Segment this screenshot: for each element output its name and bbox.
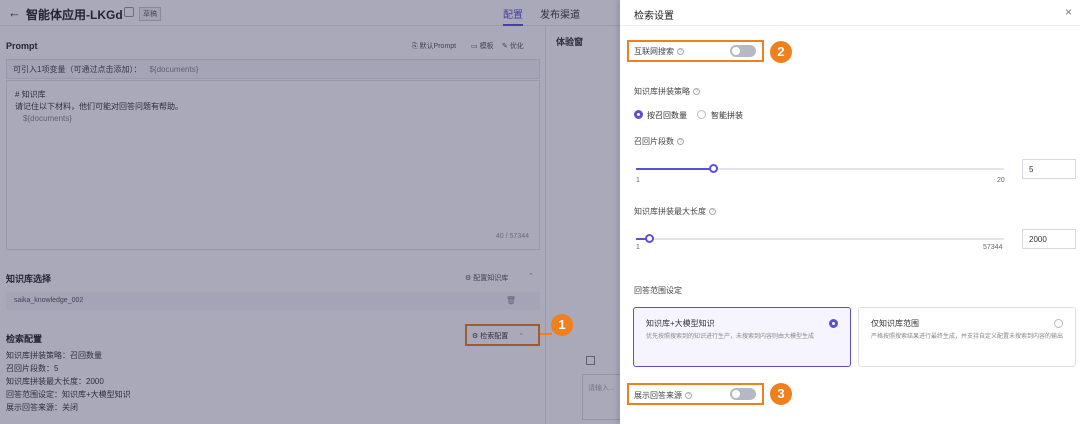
show-source-toggle[interactable] (730, 388, 756, 400)
scope-card-title: 知识库+大模型知识 (646, 319, 715, 328)
max-length-slider-track[interactable] (636, 238, 1004, 240)
annotation-badge-3: 3 (770, 383, 792, 405)
web-search-label: 互联网搜索? (634, 46, 684, 57)
scope-card-kb-only[interactable]: 仅知识库范围 严格按照搜索结果进行最终生成，并支持自定义配置未搜索到内容的输出 (858, 307, 1076, 367)
annotation-connector (540, 333, 552, 335)
help-icon[interactable]: ? (685, 392, 692, 400)
recall-slider-fill (636, 168, 714, 170)
help-icon[interactable]: ? (693, 88, 700, 96)
help-icon[interactable]: ? (677, 138, 684, 146)
help-icon[interactable]: ? (677, 48, 684, 56)
strategy-radio-recall[interactable] (634, 110, 643, 119)
recall-min: 1 (636, 177, 640, 184)
strategy-option-smart[interactable]: 智能拼装 (711, 110, 743, 121)
scope-radio-kb-only[interactable] (1054, 319, 1063, 328)
close-icon[interactable]: × (1065, 5, 1072, 19)
scope-card-title: 仅知识库范围 (871, 319, 919, 328)
scope-radio-kb-llm[interactable] (829, 319, 838, 328)
retrieval-settings-drawer: 检索设置 × 互联网搜索? 知识库拼装策略? 按召回数量 智能拼装 召回片段数?… (620, 0, 1080, 424)
max-length-input[interactable]: 2000 (1022, 229, 1076, 249)
scope-card-kb-llm[interactable]: 知识库+大模型知识 优先按照搜索到的知识进行生产，未搜索到内容则由大模型生成 (633, 307, 851, 367)
recall-max: 20 (997, 177, 1005, 184)
strategy-option-recall[interactable]: 按召回数量 (647, 110, 687, 121)
help-icon[interactable]: ? (709, 208, 716, 216)
max-length-min: 1 (636, 244, 640, 251)
drawer-title: 检索设置 (634, 11, 674, 22)
strategy-radio-smart[interactable] (697, 110, 706, 119)
scope-card-desc: 优先按照搜索到的知识进行生产，未搜索到内容则由大模型生成 (646, 334, 815, 340)
annotation-badge-1: 1 (551, 314, 573, 336)
divider (620, 25, 1080, 26)
answer-scope-label: 回答范围设定 (634, 286, 682, 295)
recall-count-label: 召回片段数? (634, 136, 684, 147)
recall-count-input[interactable]: 5 (1022, 159, 1076, 179)
modal-backdrop[interactable] (0, 0, 620, 424)
annotation-badge-2: 2 (770, 41, 792, 63)
max-length-slider-handle[interactable] (645, 234, 654, 243)
web-search-toggle[interactable] (730, 45, 756, 57)
recall-slider-handle[interactable] (709, 164, 718, 173)
strategy-label: 知识库拼装策略? (634, 86, 700, 97)
max-length-max: 57344 (983, 244, 1003, 251)
max-length-label: 知识库拼装最大长度? (634, 206, 716, 217)
show-source-label: 展示回答来源? (634, 390, 692, 401)
scope-card-desc: 严格按照搜索结果进行最终生成，并支持自定义配置未搜索到内容的输出 (871, 334, 1064, 340)
